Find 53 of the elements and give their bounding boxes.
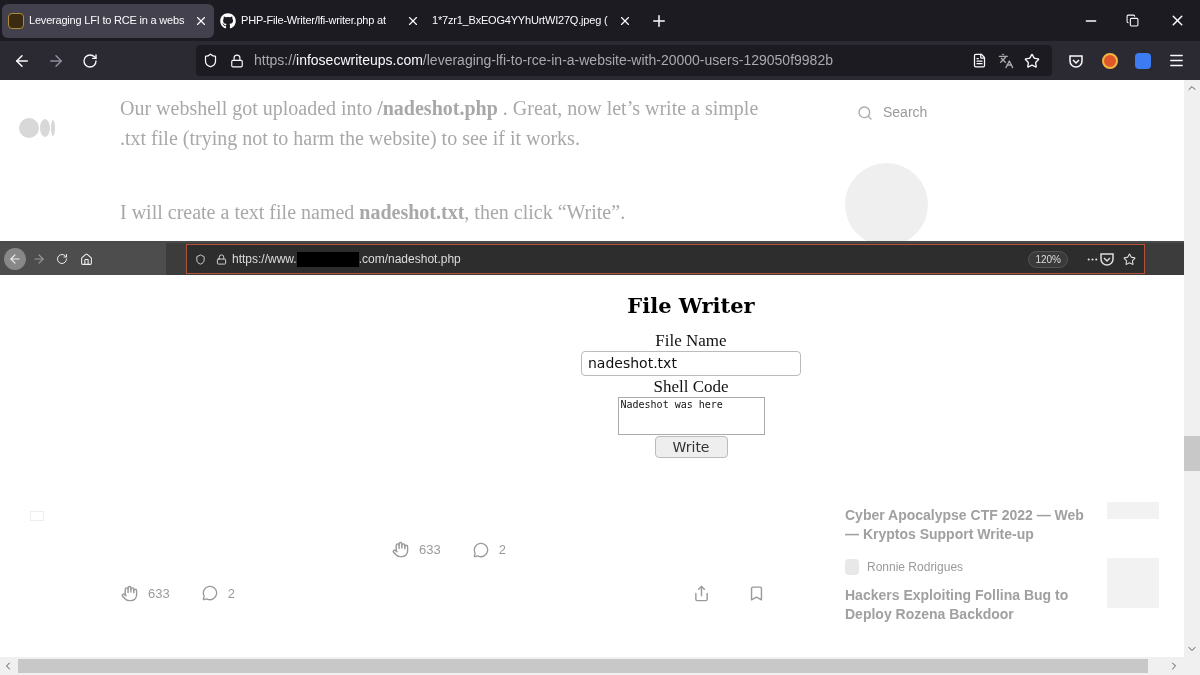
address-bar[interactable]: https://infosecwriteups.com/leveraging-lfi-to-rce-in-a-website-with-20000-users-129050f9982b — [196, 45, 1052, 76]
url-text: .com/nadeshot.php — [358, 251, 461, 268]
menu-icon[interactable] — [1168, 52, 1185, 69]
browser-tab[interactable]: 1*7zr1_BxEOG4YYhUrtWI27Q.jpeg ( — [426, 3, 638, 38]
zoom-badge: 120% — [1028, 250, 1068, 268]
clap-count: 633 — [419, 541, 441, 559]
comment-count: 2 — [498, 541, 506, 559]
field-label: File Name — [655, 331, 727, 351]
reader-view-icon[interactable] — [972, 53, 987, 68]
article-paragraph: Our webshell got uploaded into /nadeshot.php . Great, now let’s write a simple .txt file (trying not to harm the website) to see if it works. — [120, 96, 760, 152]
url-text: https://www. — [232, 251, 297, 268]
scroll-thumb[interactable] — [1184, 436, 1200, 471]
reload-icon[interactable] — [82, 52, 98, 69]
write-button[interactable]: Write — [654, 436, 728, 458]
redaction-bar — [296, 251, 359, 267]
forward-icon — [32, 252, 46, 266]
pocket-icon[interactable] — [1099, 251, 1115, 267]
star-icon — [1123, 252, 1136, 266]
scroll-thumb[interactable] — [18, 659, 1148, 673]
horizontal-scrollbar[interactable] — [0, 657, 1200, 675]
tab-title: PHP-File-Writer/lfi-writer.php at — [241, 13, 386, 29]
comment-count: 2 — [227, 584, 235, 603]
browser-tab[interactable]: PHP-File-Writer/lfi-writer.php at — [214, 3, 426, 38]
article-paragraph: I will create a text file named nadeshot.txt, then click “Write”. — [120, 200, 627, 225]
browser-tab[interactable]: Leveraging LFI to RCE in a webs — [2, 3, 214, 38]
shield-icon[interactable] — [203, 53, 218, 68]
tab-title: Leveraging LFI to RCE in a webs — [29, 13, 185, 29]
bookmark-star-icon[interactable] — [1024, 52, 1040, 69]
pocket-icon[interactable] — [1068, 52, 1084, 69]
extension-icon[interactable] — [1102, 52, 1118, 69]
text-area: Nadeshot was here — [617, 397, 765, 435]
shield-icon — [195, 253, 206, 265]
home-icon — [80, 252, 93, 266]
lock-icon — [216, 253, 227, 265]
clap-icon[interactable] — [392, 541, 409, 559]
url-text: https://infosecwriteups.com/leveraging-lfi-to-rce-in-a-website-with-20000-users-129050f9982b — [254, 51, 833, 70]
share-icon[interactable] — [692, 584, 710, 602]
github-icon — [220, 12, 236, 29]
comment-icon[interactable] — [201, 585, 218, 602]
translate-icon[interactable] — [1135, 52, 1151, 69]
reload-icon — [56, 253, 68, 265]
clap-icon[interactable] — [121, 584, 138, 602]
input-field: nadeshot.txt — [581, 351, 801, 376]
lock-icon[interactable] — [230, 53, 244, 68]
tab-title: 1*7zr1_BxEOG4YYhUrtWI27Q.jpeg ( — [432, 13, 608, 29]
restore-icon[interactable] — [1126, 14, 1139, 27]
comment-icon[interactable] — [472, 541, 489, 558]
translate-icon[interactable] — [998, 52, 1014, 69]
form-title: File Writer — [627, 292, 755, 320]
field-label: Shell Code — [653, 377, 729, 397]
vertical-scrollbar[interactable] — [1184, 80, 1200, 657]
clap-count: 633 — [148, 584, 170, 603]
site-icon — [8, 12, 24, 29]
